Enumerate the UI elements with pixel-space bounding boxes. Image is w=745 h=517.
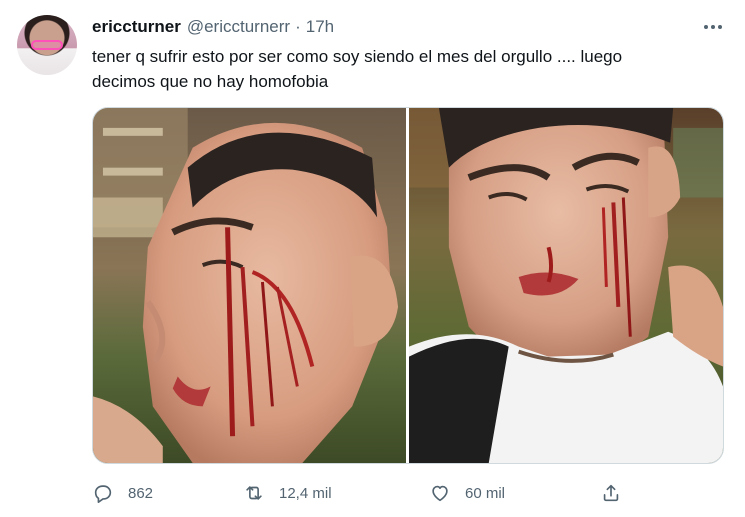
heart-icon <box>432 485 448 502</box>
reply-bubble-icon <box>94 485 112 503</box>
share-upload-icon <box>603 484 619 502</box>
photo-1-image <box>93 108 406 463</box>
media-grid <box>92 107 724 464</box>
share-button[interactable] <box>600 478 622 508</box>
tweet-header: ericcturner @ericcturnerr · 17h <box>92 17 334 39</box>
separator-dot: · <box>295 17 301 36</box>
photo-2[interactable] <box>409 108 723 463</box>
tweet-text-line: tener q sufrir esto por ser como soy sie… <box>92 47 623 66</box>
action-bar: 862 12,4 mil 60 mil <box>92 478 632 508</box>
like-count: 60 mil <box>465 484 506 502</box>
author-name[interactable]: ericcturner <box>92 17 181 37</box>
retweet-button[interactable]: 12,4 mil <box>243 478 332 508</box>
avatar[interactable] <box>17 15 77 75</box>
tweet-text: tener q sufrir esto por ser como soy sie… <box>92 44 692 94</box>
reply-button[interactable]: 862 <box>92 478 153 508</box>
photo-1[interactable] <box>93 108 406 463</box>
like-button[interactable]: 60 mil <box>429 478 505 508</box>
reply-count: 862 <box>128 484 154 502</box>
retweet-count: 12,4 mil <box>279 484 332 502</box>
tweet-card[interactable]: ericcturner @ericcturnerr · 17h tener q … <box>0 0 745 517</box>
timestamp[interactable]: 17h <box>306 17 334 37</box>
author-handle[interactable]: @ericcturnerr <box>187 17 290 37</box>
glasses-shape <box>31 40 63 50</box>
retweet-icon <box>246 486 262 500</box>
more-horizontal-icon[interactable] <box>700 18 726 36</box>
tweet-text-line: decimos que no hay homofobia <box>92 72 329 91</box>
photo-2-image <box>409 108 723 463</box>
